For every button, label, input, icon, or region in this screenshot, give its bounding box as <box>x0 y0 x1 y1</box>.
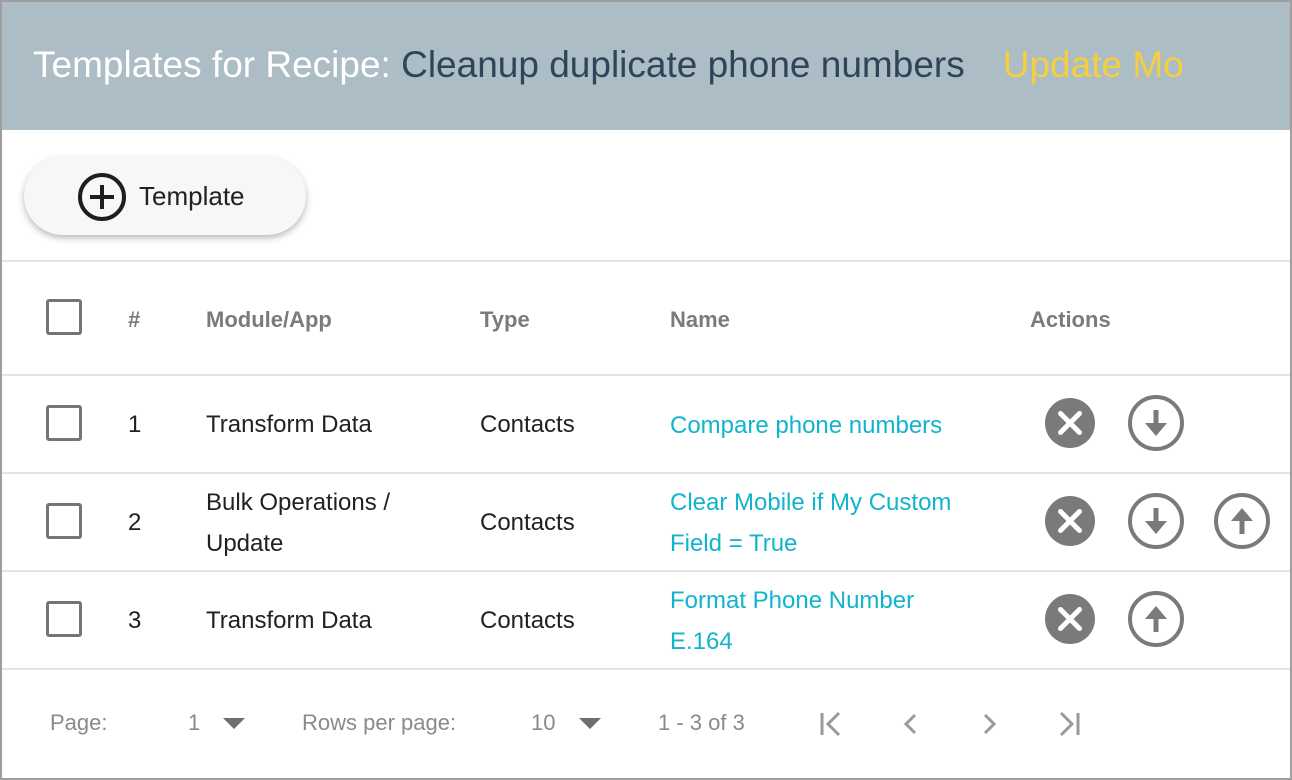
title-prefix: Templates for Recipe: <box>33 44 402 85</box>
divider <box>2 260 1290 262</box>
module-line: Transform Data <box>206 607 372 634</box>
page-range-text: 1 - 3 of 3 <box>658 710 745 735</box>
last-page-icon[interactable] <box>1053 707 1087 741</box>
module-line: Update <box>206 530 284 557</box>
next-page-icon[interactable] <box>973 707 1007 741</box>
divider <box>2 570 1290 572</box>
rows-per-page-value[interactable]: 10 <box>531 708 555 738</box>
row-checkbox[interactable] <box>46 503 82 539</box>
column-header-number: # <box>128 307 141 332</box>
select-all-checkbox[interactable] <box>46 299 82 335</box>
divider <box>2 668 1290 670</box>
divider <box>2 374 1290 376</box>
page-header: Templates for Recipe: Cleanup duplicate … <box>2 2 1290 130</box>
row-name-link[interactable]: Compare phone numbers <box>670 405 942 446</box>
page-title: Templates for Recipe: Cleanup duplicate … <box>33 42 1184 88</box>
row-module: Bulk Operations / Update <box>206 482 390 564</box>
column-header-type[interactable]: Type <box>480 306 530 334</box>
download-icon[interactable] <box>1127 492 1185 550</box>
name-line: Clear Mobile if My Custom <box>670 489 952 516</box>
row-number: 1 <box>128 411 142 438</box>
plus-circle-icon <box>78 173 126 221</box>
name-line: E.164 <box>670 628 733 655</box>
delete-icon[interactable] <box>1041 394 1099 452</box>
module-line: Transform Data <box>206 411 372 438</box>
name-line: Format Phone Number <box>670 587 915 614</box>
column-header-name[interactable]: Name <box>670 306 730 334</box>
row-number: 3 <box>128 607 142 634</box>
recipe-name: Cleanup duplicate phone numbers <box>401 44 965 85</box>
rows-per-page-label: Rows per page: <box>302 710 457 735</box>
upload-icon[interactable] <box>1213 492 1271 550</box>
add-template-button[interactable]: Template <box>24 157 306 235</box>
row-checkbox[interactable] <box>46 405 82 441</box>
row-name-link[interactable]: Format Phone Number E.164 <box>670 580 914 662</box>
first-page-icon[interactable] <box>813 707 847 741</box>
previous-page-icon[interactable] <box>893 707 927 741</box>
app-frame: Templates for Recipe: Cleanup duplicate … <box>0 0 1292 780</box>
rows-dropdown-caret-icon[interactable] <box>578 716 602 730</box>
row-module: Transform Data <box>206 404 372 445</box>
add-template-label: Template <box>139 181 245 211</box>
column-header-module[interactable]: Module/App <box>206 306 332 334</box>
delete-icon[interactable] <box>1041 590 1099 648</box>
update-mode-link[interactable]: Update Mo <box>1003 44 1184 85</box>
row-type: Contacts <box>480 509 575 536</box>
page-dropdown-caret-icon[interactable] <box>222 716 246 730</box>
upload-icon[interactable] <box>1127 590 1185 648</box>
delete-icon[interactable] <box>1041 492 1099 550</box>
row-module: Transform Data <box>206 600 372 641</box>
row-checkbox[interactable] <box>46 601 82 637</box>
page-select-value[interactable]: 1 <box>188 708 200 738</box>
row-name-link[interactable]: Clear Mobile if My Custom Field = True <box>670 482 951 564</box>
module-line: Bulk Operations / <box>206 489 391 516</box>
row-type: Contacts <box>480 411 575 438</box>
name-line: Compare phone numbers <box>670 412 943 439</box>
row-number: 2 <box>128 509 142 536</box>
page-label: Page: <box>50 710 108 735</box>
column-header-actions: Actions <box>1030 307 1111 332</box>
download-icon[interactable] <box>1127 394 1185 452</box>
name-line: Field = True <box>670 530 798 557</box>
divider <box>2 472 1290 474</box>
row-type: Contacts <box>480 607 575 634</box>
